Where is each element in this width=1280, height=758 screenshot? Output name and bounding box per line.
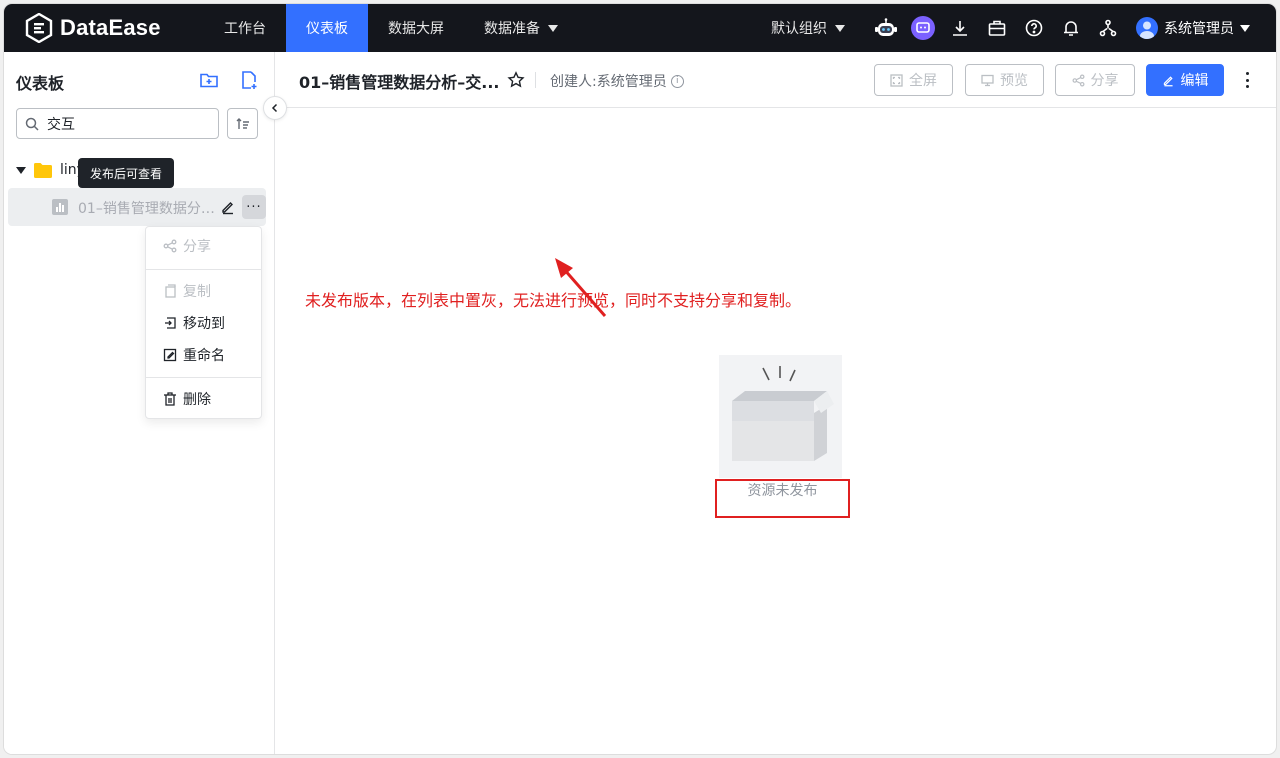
creator-info: 创建人:系统管理员 i (550, 71, 684, 91)
chevron-left-icon (271, 103, 278, 113)
rename-icon (163, 348, 177, 362)
more-options-button[interactable]: ··· (242, 195, 266, 219)
org-label: 默认组织 (771, 21, 827, 37)
highlight-box (715, 479, 850, 518)
menu-divider (146, 377, 261, 378)
chat-icon[interactable] (904, 4, 941, 52)
info-icon[interactable]: i (670, 74, 684, 88)
button-label: 分享 (1090, 73, 1119, 89)
caret-down-icon (1240, 24, 1250, 32)
tree-file-item[interactable]: 01–销售管理数据分析–交互 ··· (8, 188, 266, 226)
folder-icon (34, 162, 52, 178)
new-dashboard-icon[interactable] (239, 70, 259, 90)
monitor-icon (981, 74, 994, 86)
annotation-arrow-icon (555, 258, 607, 317)
nav-label: 工作台 (224, 21, 266, 37)
right-nav: 默认组织 系统管理员 (771, 4, 1250, 52)
edit-button[interactable]: 编辑 (1146, 64, 1224, 96)
sort-button[interactable] (227, 108, 258, 139)
bell-icon[interactable] (1052, 4, 1089, 52)
user-menu[interactable]: 系统管理员 (1136, 17, 1250, 39)
nav-workbench[interactable]: 工作台 (204, 4, 286, 52)
copy-icon (165, 284, 176, 298)
avatar (1136, 17, 1158, 39)
expand-triangle-icon[interactable] (16, 166, 26, 174)
org-switcher[interactable]: 默认组织 (771, 18, 845, 38)
app-name: DataEase (60, 15, 161, 40)
share-icon (163, 239, 177, 253)
button-label: 全屏 (909, 73, 937, 89)
menu-item-label: 重命名 (183, 348, 225, 364)
share-button[interactable]: 分享 (1055, 64, 1135, 96)
nav-label: 数据准备 (484, 21, 540, 37)
user-name: 系统管理员 (1164, 21, 1234, 37)
nav-screen[interactable]: 数据大屏 (368, 4, 464, 52)
menu-divider (146, 269, 261, 270)
org-tree-icon[interactable] (1089, 4, 1126, 52)
more-vertical-icon[interactable] (1239, 70, 1255, 90)
context-menu: 分享 复制 移动到 重命名 删除 (145, 226, 262, 419)
fullscreen-icon (890, 73, 903, 87)
logo[interactable]: DataEase (24, 10, 161, 46)
menu-item-label: 分享 (183, 239, 211, 255)
edit-pencil-icon (1163, 75, 1173, 86)
star-icon[interactable] (507, 71, 525, 89)
file-name: 01–销售管理数据分析–交互 (78, 201, 216, 217)
button-label: 编辑 (1180, 73, 1209, 89)
tree-folder[interactable]: liny (16, 158, 85, 182)
nav-dashboard[interactable]: 仪表板 (286, 4, 368, 52)
nav-label: 仪表板 (306, 21, 348, 37)
trash-icon (164, 392, 176, 406)
app-window: DataEase 工作台 仪表板 数据大屏 数据准备 默认组织 系统管理员 仪表… (4, 4, 1276, 754)
briefcase-icon[interactable] (978, 4, 1015, 52)
main-header: 01–销售管理数据分析–交... 创建人:系统管理员 i 全屏 预览 分享 编辑 (275, 52, 1276, 108)
preview-button[interactable]: 预览 (965, 64, 1044, 96)
main-panel: 01–销售管理数据分析–交... 创建人:系统管理员 i 全屏 预览 分享 编辑… (275, 52, 1276, 754)
dashboard-file-icon (52, 199, 68, 215)
search-input[interactable] (47, 115, 197, 132)
top-navbar: DataEase 工作台 仪表板 数据大屏 数据准备 默认组织 系统管理员 (4, 4, 1276, 52)
menu-item-label: 复制 (183, 284, 211, 300)
robot-icon[interactable] (867, 4, 904, 52)
new-folder-icon[interactable] (199, 70, 219, 90)
fullscreen-button[interactable]: 全屏 (874, 64, 953, 96)
divider (535, 72, 536, 88)
main-nav: 工作台 仪表板 数据大屏 数据准备 (204, 4, 578, 52)
move-icon (165, 317, 176, 329)
nav-label: 数据大屏 (388, 21, 444, 37)
sidebar-title: 仪表板 (16, 74, 65, 93)
menu-item-delete[interactable]: 删除 (146, 384, 261, 414)
menu-item-copy[interactable]: 复制 (146, 276, 261, 306)
search-icon (25, 117, 39, 131)
nav-data-prep[interactable]: 数据准备 (464, 4, 578, 52)
empty-box-illustration (719, 355, 842, 478)
download-icon[interactable] (941, 4, 978, 52)
edit-pencil-icon[interactable] (220, 199, 236, 215)
creator-label: 创建人:系统管理员 (550, 74, 667, 90)
caret-down-icon (835, 24, 845, 32)
page-title: 01–销售管理数据分析–交... (299, 73, 500, 92)
help-icon[interactable] (1015, 4, 1052, 52)
collapse-sidebar-button[interactable] (263, 96, 287, 120)
button-label: 预览 (1000, 73, 1028, 89)
menu-item-rename[interactable]: 重命名 (146, 340, 261, 370)
menu-item-move[interactable]: 移动到 (146, 308, 261, 338)
share-icon (1072, 74, 1084, 86)
sidebar: 仪表板 liny 发布后可查看 01–销售管理数据分析–交互 ··· (4, 52, 275, 754)
menu-item-share[interactable]: 分享 (146, 231, 261, 261)
tooltip: 发布后可查看 (78, 158, 175, 193)
dataease-logo-icon (25, 13, 53, 43)
menu-item-label: 移动到 (183, 316, 225, 332)
search-box[interactable] (16, 108, 219, 139)
menu-item-label: 删除 (183, 392, 211, 408)
caret-down-icon (548, 24, 558, 32)
sort-icon (236, 117, 249, 129)
